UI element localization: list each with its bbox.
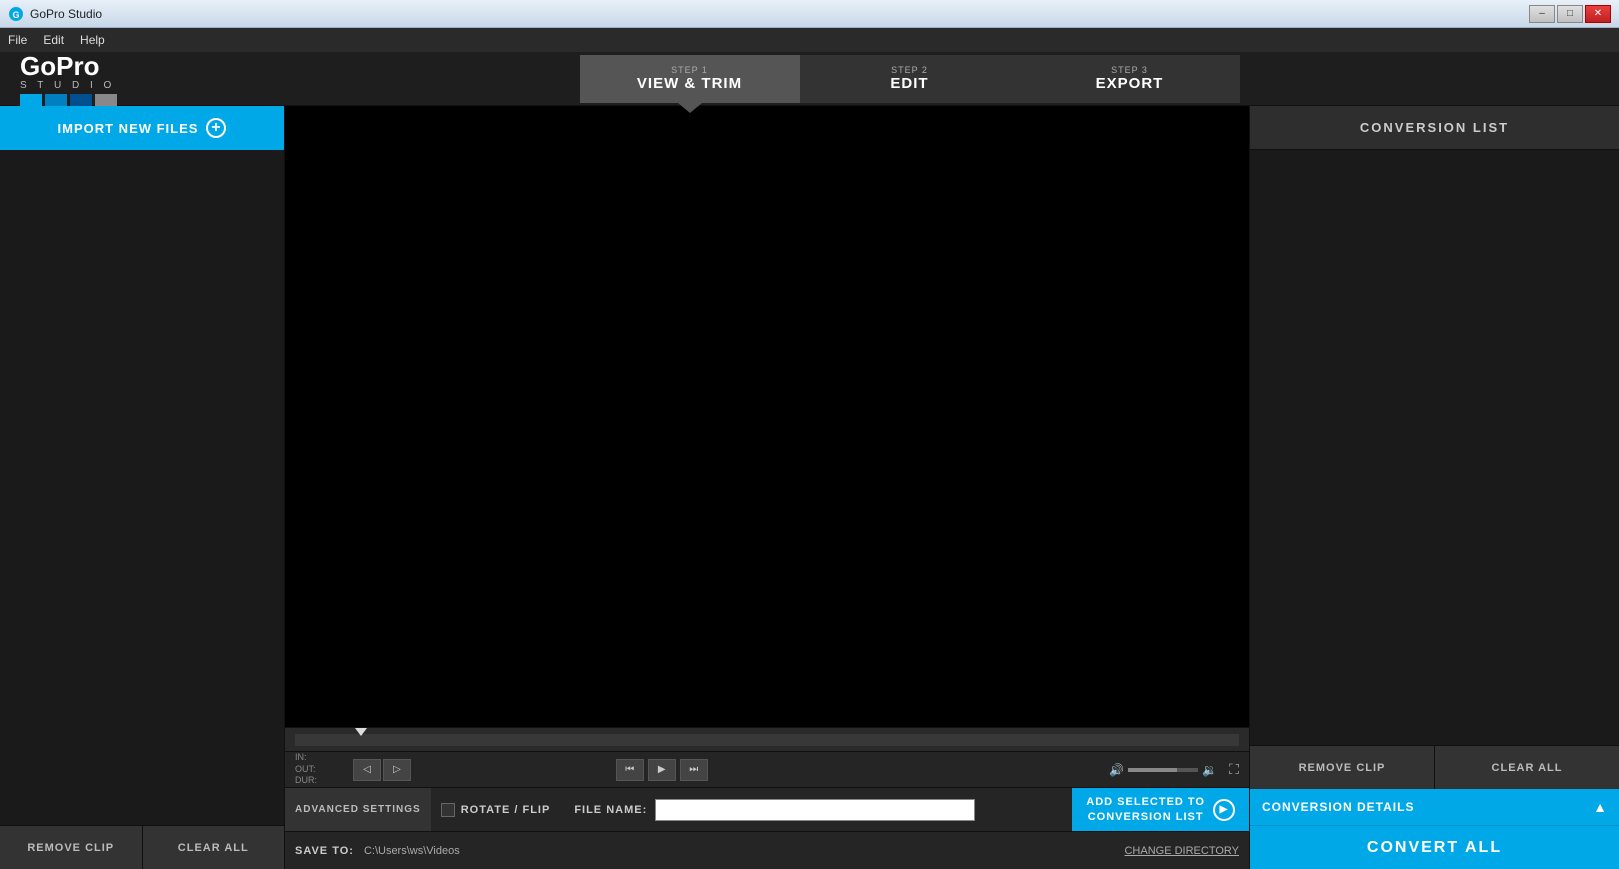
- center-panel: IN: OUT: DUR: ◁ ▷ ⏮ ▶ ⏭ 🔊: [285, 106, 1249, 869]
- logo-block-4: [95, 94, 117, 106]
- logo-subtitle: S T U D I O: [20, 80, 115, 91]
- in-out-dur-display: IN: OUT: DUR:: [295, 752, 345, 787]
- steps-nav: STEP 1 VIEW & TRIM STEP 2 EDIT STEP 3 EX…: [220, 55, 1599, 103]
- clear-all-button-right[interactable]: CLEAR ALL: [1434, 746, 1619, 789]
- volume-max-icon: 🔉: [1202, 763, 1217, 777]
- convert-all-button[interactable]: CONVERT ALL: [1250, 825, 1619, 869]
- volume-fill: [1128, 768, 1177, 772]
- transport-controls-bar: IN: OUT: DUR: ◁ ▷ ⏮ ▶ ⏭ 🔊: [285, 751, 1249, 787]
- add-to-conversion-list-button[interactable]: ADD SELECTED TO CONVERSION LIST ▶: [1072, 788, 1249, 832]
- filename-label: FILE NAME:: [574, 804, 647, 816]
- add-to-list-play-icon: ▶: [1213, 799, 1235, 821]
- menu-edit[interactable]: Edit: [43, 33, 64, 47]
- step-1-tab[interactable]: STEP 1 VIEW & TRIM: [580, 55, 800, 103]
- fast-forward-button[interactable]: ⏭: [680, 759, 708, 781]
- rotate-flip-area: ROTATE / FLIP: [441, 803, 551, 817]
- rotate-flip-checkbox[interactable]: [441, 803, 455, 817]
- prev-frame-button[interactable]: ◁: [353, 759, 381, 781]
- right-panel: CONVERSION LIST REMOVE CLIP CLEAR ALL CO…: [1249, 106, 1619, 869]
- svg-text:G: G: [12, 10, 19, 20]
- in-label: IN:: [295, 752, 345, 764]
- conversion-details-header[interactable]: CONVERSION DETAILS ▲: [1250, 789, 1619, 825]
- advanced-settings-button[interactable]: ADVANCED SETTINGS: [285, 788, 431, 832]
- app-body: GoPro S T U D I O STEP 1 VIEW & TRIM STE…: [0, 52, 1619, 869]
- change-directory-button[interactable]: CHANGE DIRECTORY: [1124, 845, 1239, 857]
- conversion-actions: REMOVE CLIP CLEAR ALL: [1250, 745, 1619, 789]
- clear-all-button-left[interactable]: CLEAR ALL: [142, 825, 285, 869]
- chevron-up-icon: ▲: [1593, 799, 1607, 815]
- step-1-label: VIEW & TRIM: [637, 75, 742, 92]
- import-btn-label: IMPORT NEW FILES: [58, 121, 199, 136]
- logo-area: GoPro S T U D I O: [20, 51, 220, 106]
- step-3-tab[interactable]: STEP 3 EXPORT: [1020, 55, 1240, 103]
- conversion-list-header: CONVERSION LIST: [1250, 106, 1619, 150]
- next-frame-button[interactable]: ▷: [383, 759, 411, 781]
- step-2-label: EDIT: [890, 75, 928, 92]
- maximize-button[interactable]: □: [1557, 5, 1583, 23]
- play-button[interactable]: ▶: [648, 759, 676, 781]
- bottom-controls-row2: SAVE TO: C:\Users\ws\Videos CHANGE DIREC…: [285, 831, 1249, 869]
- add-to-list-label: ADD SELECTED TO CONVERSION LIST: [1086, 795, 1205, 824]
- conversion-details-title: CONVERSION DETAILS: [1262, 800, 1414, 814]
- import-new-files-button[interactable]: IMPORT NEW FILES +: [0, 106, 284, 150]
- window-controls: – □ ✕: [1529, 5, 1611, 23]
- filename-area: ROTATE / FLIP FILE NAME:: [431, 799, 1073, 821]
- menu-bar: File Edit Help: [0, 28, 1619, 52]
- logo-gopro: GoPro: [20, 51, 99, 82]
- step-1-number: STEP 1: [671, 65, 708, 75]
- step-3-label: EXPORT: [1096, 75, 1164, 92]
- fullscreen-button[interactable]: ⛶: [1229, 761, 1239, 778]
- app-header: GoPro S T U D I O STEP 1 VIEW & TRIM STE…: [0, 52, 1619, 106]
- content-area: IMPORT NEW FILES + REMOVE CLIP CLEAR ALL: [0, 106, 1619, 869]
- window-title: GoPro Studio: [30, 7, 1529, 21]
- menu-file[interactable]: File: [8, 33, 27, 47]
- logo-text: GoPro: [20, 51, 99, 82]
- skip-frame-buttons: ◁ ▷: [353, 759, 411, 781]
- timeline-track[interactable]: [295, 734, 1239, 746]
- conversion-list-title: CONVERSION LIST: [1360, 120, 1509, 135]
- bottom-controls-row1: ADVANCED SETTINGS ROTATE / FLIP FILE NAM…: [285, 787, 1249, 831]
- step-2-tab[interactable]: STEP 2 EDIT: [800, 55, 1020, 103]
- volume-icon: 🔊: [1109, 763, 1124, 777]
- plus-icon: +: [206, 118, 226, 138]
- dur-label: DUR:: [295, 775, 345, 787]
- video-preview: [285, 106, 1249, 727]
- logo-block-2: [45, 94, 67, 106]
- left-bottom-buttons: REMOVE CLIP CLEAR ALL: [0, 825, 284, 869]
- step-3-number: STEP 3: [1111, 65, 1148, 75]
- volume-slider[interactable]: [1128, 768, 1198, 772]
- remove-clip-button-right[interactable]: REMOVE CLIP: [1250, 746, 1434, 789]
- step-2-number: STEP 2: [891, 65, 928, 75]
- title-bar: G GoPro Studio – □ ✕: [0, 0, 1619, 28]
- close-button[interactable]: ✕: [1585, 5, 1611, 23]
- timeline[interactable]: [285, 727, 1249, 751]
- logo-block-3: [70, 94, 92, 106]
- volume-area: 🔊 🔉 ⛶: [1109, 761, 1239, 778]
- conversion-bottom: REMOVE CLIP CLEAR ALL CONVERSION DETAILS…: [1250, 745, 1619, 869]
- left-panel: IMPORT NEW FILES + REMOVE CLIP CLEAR ALL: [0, 106, 285, 869]
- out-label: OUT:: [295, 764, 345, 776]
- filename-input[interactable]: [655, 799, 975, 821]
- app-icon: G: [8, 6, 24, 22]
- logo-block-1: [20, 94, 42, 106]
- playback-buttons: ⏮ ▶ ⏭: [616, 759, 708, 781]
- conversion-list-body: [1250, 150, 1619, 745]
- remove-clip-button-left[interactable]: REMOVE CLIP: [0, 825, 142, 869]
- logo-blocks: [20, 94, 117, 106]
- timeline-marker: [355, 728, 367, 736]
- save-to-label: SAVE TO:: [295, 845, 354, 857]
- rotate-flip-label: ROTATE / FLIP: [461, 804, 551, 816]
- minimize-button[interactable]: –: [1529, 5, 1555, 23]
- menu-help[interactable]: Help: [80, 33, 105, 47]
- rewind-button[interactable]: ⏮: [616, 759, 644, 781]
- file-list-area: [0, 150, 284, 825]
- save-to-path: C:\Users\ws\Videos: [364, 845, 460, 857]
